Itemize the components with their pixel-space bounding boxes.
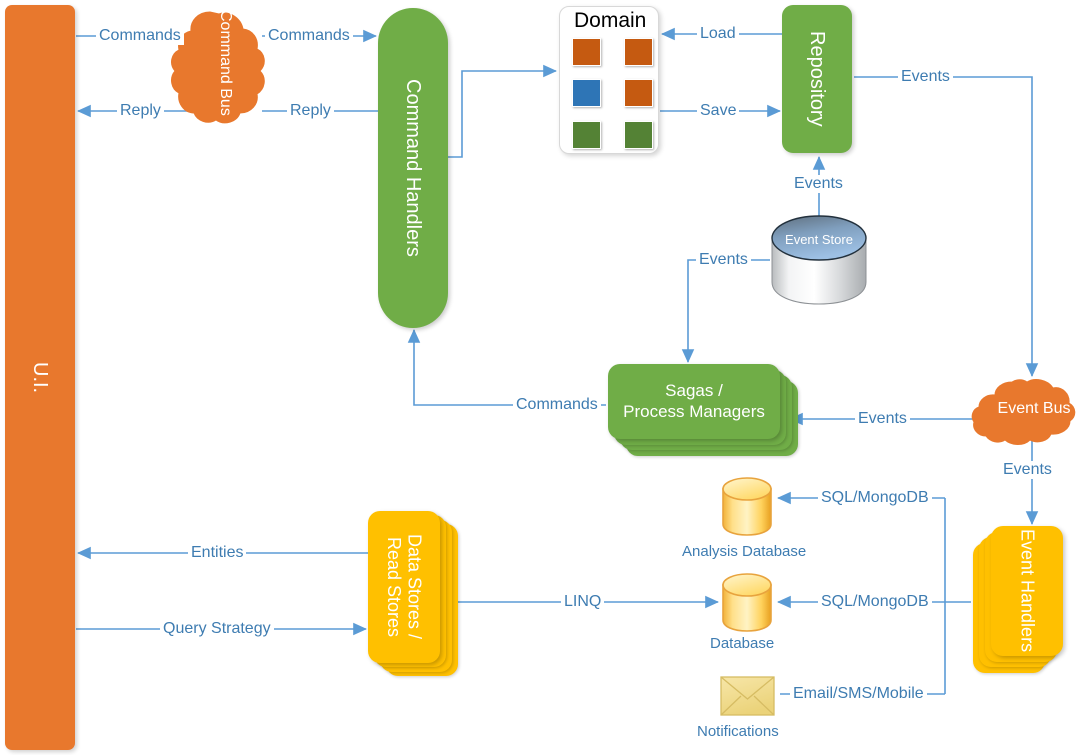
sagas-front[interactable]: Sagas / Process Managers (608, 364, 780, 439)
event-store-node[interactable]: Event Store (772, 216, 866, 304)
domain-square-orange-2 (624, 38, 653, 66)
data-stores-front[interactable]: Data Stores / Read Stores (368, 511, 440, 663)
command-bus-label: Command Bus (216, 10, 234, 116)
sagas-label-line2: Process Managers (623, 401, 765, 421)
event-handlers-front[interactable]: Event Handlers (991, 526, 1063, 656)
domain-square-orange-3 (624, 79, 653, 107)
diagram-canvas: U.I. Command Bus Command Handlers Domain… (0, 0, 1084, 755)
notifications-caption: Notifications (697, 723, 779, 740)
repository-label: Repository (806, 31, 829, 127)
command-handlers-label: Command Handlers (402, 79, 425, 257)
edge-label-linq: LINQ (561, 593, 605, 611)
edge-label-query-strategy: Query Strategy (160, 620, 274, 638)
sagas-label-line1: Sagas / (665, 380, 723, 400)
database-shape (722, 573, 772, 632)
edge-label-sql-analysis: SQL/MongoDB (818, 489, 932, 507)
edge-label-email-sms-mobile: Email/SMS/Mobile (790, 685, 927, 703)
edge-label-events-sagas-store: Events (696, 251, 751, 269)
ui-node[interactable]: U.I. (5, 5, 75, 750)
edge-label-reply-ui: Reply (117, 102, 164, 120)
edge-label-sql-database: SQL/MongoDB (818, 593, 932, 611)
event-bus-node[interactable]: Event Bus (986, 378, 1082, 440)
command-bus-node[interactable]: Command Bus (186, 2, 264, 124)
domain-square-orange-1 (572, 38, 601, 66)
event-handlers-node[interactable]: Event Handlers (973, 526, 1063, 673)
analysis-database-caption: Analysis Database (682, 543, 807, 560)
event-bus-label: Event Bus (986, 378, 1082, 440)
ui-label: U.I. (29, 361, 52, 394)
edge-label-commands-ui: Commands (96, 27, 184, 45)
event-store-label: Event Store (785, 232, 853, 247)
data-stores-node[interactable]: Data Stores / Read Stores (368, 511, 458, 676)
domain-square-green-1 (572, 121, 601, 149)
domain-title: Domain (574, 9, 647, 32)
notifications-envelope-shape (720, 676, 775, 716)
edge-label-events-repository: Events (791, 175, 846, 193)
sagas-node[interactable]: Sagas / Process Managers (608, 364, 798, 456)
edge-label-save: Save (697, 102, 740, 120)
event-bus-label-text: Event Bus (997, 400, 1071, 418)
edge-label-load: Load (697, 25, 739, 43)
edge-label-entities: Entities (188, 544, 247, 562)
repository-node[interactable]: Repository (782, 5, 852, 153)
edge-label-commands-bus: Commands (265, 27, 353, 45)
command-handlers-node[interactable]: Command Handlers (378, 8, 448, 328)
analysis-database-shape (722, 477, 772, 536)
edge-label-events-eventbus-sagas: Events (855, 410, 910, 428)
edge-label-events-eventbus: Events (898, 68, 953, 86)
edge-label-reply-handlers: Reply (287, 102, 334, 120)
data-stores-label: Data Stores / Read Stores (384, 534, 425, 640)
domain-node[interactable]: Domain (559, 6, 659, 154)
domain-square-green-2 (624, 121, 653, 149)
edge-label-commands-sagas: Commands (513, 396, 601, 414)
domain-square-blue (572, 79, 601, 107)
database-caption: Database (710, 635, 775, 652)
edge-label-events-eventhandlers: Events (1000, 461, 1055, 479)
event-handlers-label: Event Handlers (1017, 529, 1038, 653)
